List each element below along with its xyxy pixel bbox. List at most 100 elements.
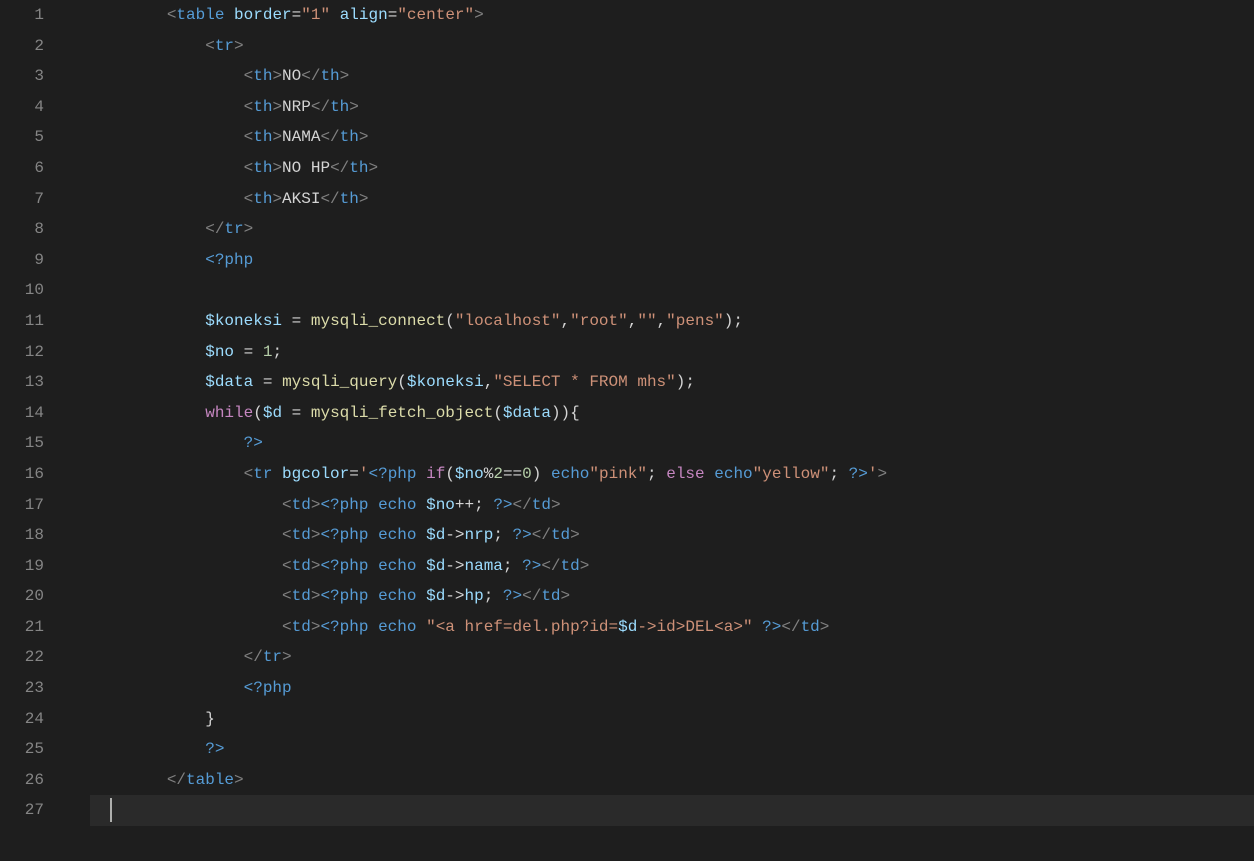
code-line[interactable]: $koneksi = mysqli_connect("localhost","r… — [90, 306, 1254, 337]
tag-name: th — [253, 67, 272, 85]
code-line[interactable]: <td><?php echo "<a href=del.php?id=$d->i… — [90, 612, 1254, 643]
php-variable: $no — [455, 465, 484, 483]
php-variable: $koneksi — [205, 312, 282, 330]
code-line[interactable]: while($d = mysqli_fetch_object($data)){ — [90, 398, 1254, 429]
php-open-tag: <?php — [320, 496, 368, 514]
php-open-tag: <?php — [320, 557, 368, 575]
code-line[interactable]: } — [90, 704, 1254, 735]
tag-name: tr — [263, 648, 282, 666]
php-open-tag: <?php — [205, 251, 253, 269]
property: hp — [465, 587, 484, 605]
php-open-tag: <?php — [244, 679, 292, 697]
code-line[interactable]: <?php — [90, 245, 1254, 276]
number: 2 — [493, 465, 503, 483]
code-line[interactable] — [90, 275, 1254, 306]
code-line[interactable]: <th>NO HP</th> — [90, 153, 1254, 184]
code-line[interactable]: <td><?php echo $d->hp; ?></td> — [90, 581, 1254, 612]
php-variable: $d — [426, 526, 445, 544]
keyword: if — [426, 465, 445, 483]
code-line[interactable]: <?php — [90, 673, 1254, 704]
php-variable: $koneksi — [407, 373, 484, 391]
keyword: while — [205, 404, 253, 422]
attr-value: "center" — [397, 6, 474, 24]
php-close-tag: ?> — [513, 526, 532, 544]
code-line[interactable] — [90, 795, 1254, 826]
code-line[interactable]: <tr bgcolor='<?php if($no%2==0) echo"pin… — [90, 459, 1254, 490]
code-line[interactable]: </tr> — [90, 214, 1254, 245]
line-number: 13 — [0, 367, 44, 398]
code-line[interactable]: $no = 1; — [90, 337, 1254, 368]
attr-name: border — [234, 6, 292, 24]
php-open-tag: <?php — [320, 526, 368, 544]
text-content: NAMA — [282, 128, 320, 146]
code-line[interactable]: </table> — [90, 765, 1254, 796]
code-area[interactable]: <table border="1" align="center"> <tr> <… — [70, 0, 1254, 861]
line-number: 19 — [0, 551, 44, 582]
tag-name: td — [292, 557, 311, 575]
string: "localhost" — [455, 312, 561, 330]
line-number: 25 — [0, 734, 44, 765]
line-number: 3 — [0, 61, 44, 92]
code-line[interactable]: <th>NRP</th> — [90, 92, 1254, 123]
line-number: 8 — [0, 214, 44, 245]
line-number: 2 — [0, 31, 44, 62]
text-content: NO HP — [282, 159, 330, 177]
tag-name: td — [292, 526, 311, 544]
code-line[interactable]: ?> — [90, 734, 1254, 765]
tag-name: tr — [224, 220, 243, 238]
line-number: 24 — [0, 704, 44, 735]
code-line[interactable]: ?> — [90, 428, 1254, 459]
code-line[interactable]: <th>NAMA</th> — [90, 122, 1254, 153]
string: "yellow" — [753, 465, 830, 483]
php-open-tag: <?php — [320, 587, 368, 605]
string: "root" — [570, 312, 628, 330]
line-number: 9 — [0, 245, 44, 276]
php-close-tag: ?> — [493, 496, 512, 514]
tag-name: th — [253, 159, 272, 177]
php-variable: $data — [503, 404, 551, 422]
code-line[interactable]: <td><?php echo $d->nama; ?></td> — [90, 551, 1254, 582]
php-variable: $d — [263, 404, 282, 422]
code-line[interactable]: </tr> — [90, 642, 1254, 673]
php-variable: $d — [426, 557, 445, 575]
attr-value: "1" — [301, 6, 330, 24]
php-open-tag: <?php — [368, 465, 416, 483]
line-number-gutter: 1 2 3 4 5 6 7 8 9 10 11 12 13 14 15 16 1… — [0, 0, 70, 861]
code-line[interactable]: <th>AKSI</th> — [90, 184, 1254, 215]
code-line[interactable]: $data = mysqli_query($koneksi,"SELECT * … — [90, 367, 1254, 398]
function-call: mysqli_fetch_object — [311, 404, 493, 422]
line-number: 11 — [0, 306, 44, 337]
line-number: 26 — [0, 765, 44, 796]
text-content: NRP — [282, 98, 311, 116]
code-line[interactable]: <th>NO</th> — [90, 61, 1254, 92]
php-variable: $d — [618, 618, 637, 636]
string: "pink" — [589, 465, 647, 483]
keyword: echo — [378, 587, 416, 605]
php-variable: $data — [205, 373, 253, 391]
tag-name: tr — [215, 37, 234, 55]
function-call: mysqli_connect — [311, 312, 445, 330]
line-number: 6 — [0, 153, 44, 184]
keyword: echo — [714, 465, 752, 483]
code-line[interactable]: <td><?php echo $d->nrp; ?></td> — [90, 520, 1254, 551]
code-editor[interactable]: 1 2 3 4 5 6 7 8 9 10 11 12 13 14 15 16 1… — [0, 0, 1254, 861]
php-close-tag: ?> — [762, 618, 781, 636]
keyword: echo — [551, 465, 589, 483]
line-number: 14 — [0, 398, 44, 429]
php-variable: $no — [205, 343, 234, 361]
code-line[interactable]: <td><?php echo $no++; ?></td> — [90, 490, 1254, 521]
string: "<a href=del.php?id= — [426, 618, 618, 636]
code-line[interactable]: <tr> — [90, 31, 1254, 62]
indent — [90, 6, 167, 24]
line-number: 27 — [0, 795, 44, 826]
line-number: 20 — [0, 581, 44, 612]
php-variable: $d — [426, 587, 445, 605]
text-cursor — [110, 798, 112, 822]
code-line[interactable]: <table border="1" align="center"> — [90, 0, 1254, 31]
keyword: echo — [378, 496, 416, 514]
line-number: 4 — [0, 92, 44, 123]
tag-name: th — [253, 98, 272, 116]
string: "pens" — [666, 312, 724, 330]
line-number: 5 — [0, 122, 44, 153]
line-number: 12 — [0, 337, 44, 368]
